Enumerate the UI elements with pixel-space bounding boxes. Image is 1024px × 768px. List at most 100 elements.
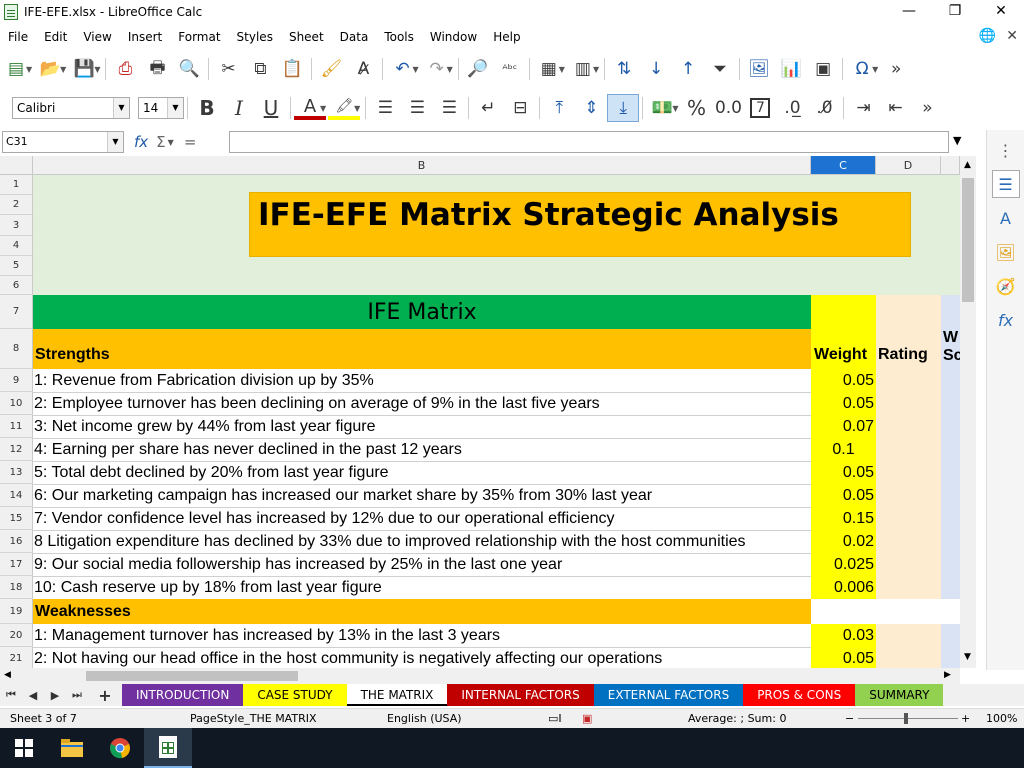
menu-insert[interactable]: Insert bbox=[120, 30, 170, 44]
more-options-icon[interactable]: » bbox=[880, 55, 912, 83]
row-header[interactable]: 5 bbox=[0, 256, 33, 276]
row-header[interactable]: 8 bbox=[0, 329, 33, 369]
chevron-down-icon[interactable]: ▼ bbox=[320, 104, 326, 113]
strengths-label[interactable]: Strengths bbox=[33, 329, 811, 369]
formula-input[interactable] bbox=[229, 131, 949, 153]
language[interactable]: English (USA) bbox=[387, 712, 462, 725]
strength-weight[interactable]: 0.006 bbox=[811, 576, 876, 599]
styles-icon[interactable]: A bbox=[992, 204, 1020, 232]
selection-mode-icon[interactable]: ▭I bbox=[548, 712, 562, 725]
functions-icon[interactable]: fx bbox=[992, 306, 1020, 334]
strength-row[interactable]: 4: Earning per share has never declined … bbox=[33, 438, 811, 461]
row-header[interactable]: 21 bbox=[0, 647, 33, 668]
strength-weight[interactable]: 0.15 bbox=[811, 507, 876, 530]
chevron-down-icon[interactable]: ▼ bbox=[94, 65, 100, 74]
row-header[interactable]: 11 bbox=[0, 415, 33, 438]
row-header[interactable]: 17 bbox=[0, 553, 33, 576]
chevron-down-icon[interactable]: ▼ bbox=[167, 98, 183, 118]
strength-row[interactable]: 1: Revenue from Fabrication division up … bbox=[33, 369, 811, 392]
align-right-icon[interactable]: ☰ bbox=[433, 94, 465, 122]
weakness-row[interactable]: 2: Not having our head office in the hos… bbox=[33, 647, 811, 668]
chevron-down-icon[interactable]: ▼ bbox=[107, 132, 123, 152]
row-header[interactable]: 19 bbox=[0, 599, 33, 624]
strength-row[interactable]: 9: Our social media followership has inc… bbox=[33, 553, 811, 576]
scroll-left-icon[interactable]: ◀ bbox=[4, 670, 11, 680]
rating-header[interactable]: Rating bbox=[876, 329, 941, 369]
copy-icon[interactable]: ⧉ bbox=[244, 55, 276, 83]
strength-weight[interactable]: 0.05 bbox=[811, 369, 876, 392]
column-header-c[interactable]: C bbox=[811, 156, 876, 175]
strength-row[interactable]: 5: Total debt declined by 20% from last … bbox=[33, 461, 811, 484]
strength-weight[interactable]: 0.1 bbox=[811, 438, 876, 461]
name-box[interactable]: C31 ▼ bbox=[2, 131, 124, 153]
increase-indent-icon[interactable]: ⇥ bbox=[847, 94, 879, 122]
vertical-scrollbar[interactable]: ▲ ▼ bbox=[960, 156, 976, 668]
row-header[interactable]: 16 bbox=[0, 530, 33, 553]
print-icon[interactable]: 🖶 bbox=[141, 55, 173, 83]
file-explorer-icon[interactable] bbox=[48, 728, 96, 768]
decrease-indent-icon[interactable]: ⇤ bbox=[879, 94, 911, 122]
align-bottom-icon[interactable]: ⤓ bbox=[607, 94, 640, 122]
start-button[interactable] bbox=[0, 728, 48, 768]
bold-icon[interactable]: B bbox=[191, 94, 223, 122]
sheet-title[interactable]: IFE-EFE Matrix Strategic Analysis bbox=[249, 192, 911, 257]
merge-cells-icon[interactable]: ⊟ bbox=[504, 94, 536, 122]
expand-formula-icon[interactable]: ▼ bbox=[953, 134, 961, 147]
close-document-icon[interactable]: ✕ bbox=[1006, 28, 1018, 44]
zoom-thumb[interactable] bbox=[904, 713, 908, 724]
underline-icon[interactable]: U bbox=[255, 94, 287, 122]
strength-row[interactable]: 8 Litigation expenditure has declined by… bbox=[33, 530, 811, 553]
strength-weight[interactable]: 0.05 bbox=[811, 461, 876, 484]
percent-format-icon[interactable]: % bbox=[680, 94, 712, 122]
autofilter-icon[interactable]: ⏷ bbox=[704, 55, 736, 83]
tab-external-factors[interactable]: EXTERNAL FACTORS bbox=[593, 684, 744, 706]
insert-image-icon[interactable]: 🖼 bbox=[743, 55, 775, 83]
chevron-down-icon[interactable]: ▼ bbox=[26, 65, 32, 74]
row-header[interactable]: 2 bbox=[0, 195, 33, 215]
zoom-slider[interactable] bbox=[858, 718, 958, 719]
wrap-text-icon[interactable]: ↵ bbox=[472, 94, 504, 122]
row-header[interactable]: 20 bbox=[0, 624, 33, 647]
properties-icon[interactable]: ☰ bbox=[991, 170, 1020, 198]
chevron-down-icon[interactable]: ▼ bbox=[60, 65, 66, 74]
weight-header[interactable]: Weight bbox=[811, 329, 876, 369]
spreadsheet-grid[interactable]: B C D 1 2 3 4 5 6 7 8 9 10 11 12 13 14 1… bbox=[0, 156, 960, 668]
first-sheet-icon[interactable]: ⏮ bbox=[0, 688, 22, 702]
number-format-icon[interactable]: 0.0 bbox=[712, 94, 744, 122]
page-style[interactable]: PageStyle_THE MATRIX bbox=[190, 712, 317, 725]
tab-case-study[interactable]: CASE STUDY bbox=[243, 684, 347, 706]
chevron-down-icon[interactable]: ▼ bbox=[872, 65, 878, 74]
print-preview-icon[interactable]: 🔍 bbox=[173, 55, 205, 83]
chevron-down-icon[interactable]: ▼ bbox=[672, 104, 678, 113]
row-header[interactable]: 13 bbox=[0, 461, 33, 484]
weakness-row[interactable]: 1: Management turnover has increased by … bbox=[33, 624, 811, 647]
weakness-weight[interactable]: 0.05 bbox=[811, 647, 876, 668]
column-header-b[interactable]: B bbox=[33, 156, 811, 175]
row-header[interactable]: 9 bbox=[0, 369, 33, 392]
globe-icon[interactable]: 🌐 bbox=[979, 28, 996, 44]
weaknesses-label[interactable]: Weaknesses bbox=[33, 599, 811, 624]
strength-weight[interactable]: 0.05 bbox=[811, 484, 876, 507]
menu-tools[interactable]: Tools bbox=[376, 30, 422, 44]
add-decimal-icon[interactable]: .0̲ bbox=[776, 94, 808, 122]
chevron-down-icon[interactable]: ▼ bbox=[113, 98, 129, 118]
insert-chart-icon[interactable]: 📊 bbox=[775, 55, 807, 83]
strength-weight[interactable]: 0.025 bbox=[811, 553, 876, 576]
scroll-down-icon[interactable]: ▼ bbox=[964, 652, 971, 662]
menu-data[interactable]: Data bbox=[332, 30, 377, 44]
chevron-down-icon[interactable]: ▼ bbox=[559, 65, 565, 74]
font-name-box[interactable]: Calibri ▼ bbox=[12, 97, 130, 119]
menu-styles[interactable]: Styles bbox=[229, 30, 281, 44]
pivot-table-icon[interactable]: ▣ bbox=[807, 55, 839, 83]
strength-row[interactable]: 10: Cash reserve up by 18% from last yea… bbox=[33, 576, 811, 599]
sum-icon[interactable]: Σ bbox=[156, 133, 165, 151]
italic-icon[interactable]: I bbox=[223, 94, 255, 122]
column-header-d[interactable]: D bbox=[876, 156, 941, 175]
chevron-down-icon[interactable]: ▼ bbox=[447, 65, 453, 74]
tab-pros-cons[interactable]: PROS & CONS bbox=[743, 684, 856, 706]
scroll-right-icon[interactable]: ▶ bbox=[944, 670, 951, 680]
font-size-box[interactable]: 14 ▼ bbox=[138, 97, 184, 119]
more-options-icon[interactable]: ⋮ bbox=[992, 136, 1020, 164]
menu-sheet[interactable]: Sheet bbox=[281, 30, 332, 44]
row-header[interactable]: 14 bbox=[0, 484, 33, 507]
